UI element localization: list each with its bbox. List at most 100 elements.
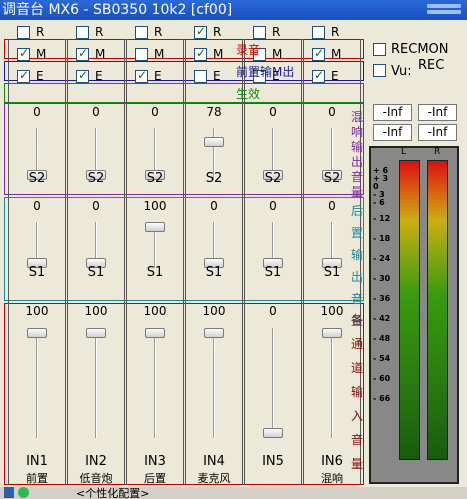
ch5-s1-value: 0	[269, 199, 277, 213]
ch3-monitor-letter: M	[154, 47, 165, 61]
vu-label: Vu:	[391, 64, 412, 79]
ch3-alias: 后置	[144, 472, 166, 485]
meter-scale-tick: - 54	[373, 354, 391, 363]
ch1-record-letter: R	[36, 25, 45, 39]
ch4-main-fader-knob[interactable]	[204, 328, 224, 338]
ch1-alias: 前置	[26, 472, 48, 485]
ch6-record-letter: R	[331, 25, 340, 39]
ch2-name: IN2	[85, 454, 107, 469]
ch1-monitor-checkbox[interactable]	[17, 46, 30, 61]
peak-right-2-button[interactable]: -Inf	[418, 124, 457, 141]
monitor-row-label: 前置输M出	[236, 65, 295, 79]
meter-scale-tick: - 48	[373, 334, 391, 343]
recmon-checkbox[interactable]	[373, 43, 386, 56]
ch4-name: IN4	[203, 454, 225, 469]
ch4-record-letter: R	[213, 25, 222, 39]
vu-checkbox[interactable]	[373, 64, 386, 77]
ch4-alias: 麦克风	[197, 472, 231, 485]
ch3-monitor-checkbox[interactable]	[135, 48, 148, 61]
meter-scale-tick: - 60	[373, 374, 391, 383]
ch4-record-checkbox[interactable]	[194, 24, 207, 39]
status-indicator-icon	[18, 487, 29, 498]
ch3-s1-label: S1	[146, 265, 164, 280]
ch2-main-fader-knob[interactable]	[86, 328, 106, 338]
ch3-main-fader-track	[154, 328, 156, 438]
ch1-record-checkbox[interactable]	[17, 26, 30, 39]
ch4-s2-fader-knob[interactable]	[204, 137, 224, 148]
level-meter: L R + 6 + 30- 3- 6- 12- 18- 24- 30- 36- 4…	[369, 146, 459, 484]
ch2-s1-label: S1	[87, 265, 105, 280]
meter-scale-tick: - 18	[373, 234, 391, 243]
ch4-s2-value: 78	[206, 105, 222, 119]
ch3-record-letter: R	[154, 25, 163, 39]
ch1-main-value: 100	[25, 304, 49, 318]
ch2-monitor-letter: M	[95, 47, 106, 61]
ch2-main-value: 100	[84, 304, 108, 318]
ch2-record-checkbox[interactable]	[76, 26, 89, 39]
ch1-s1-label: S1	[28, 265, 46, 280]
ch1-monitor-letter: M	[36, 47, 47, 61]
title-bar: 调音台 MX6 - SB0350 10k2 [cf00]	[0, 0, 467, 20]
peak-left-1-button[interactable]: -Inf	[373, 104, 412, 121]
ch5-s1-label: S1	[264, 265, 282, 280]
ch6-effect-checkbox[interactable]	[312, 68, 325, 83]
ch5-main-fader-knob[interactable]	[263, 428, 283, 438]
meter-scale-tick: - 66	[373, 394, 391, 403]
ch4-s2-label: S2	[205, 171, 223, 186]
ch4-monitor-checkbox[interactable]	[194, 46, 207, 61]
meter-left-label: L	[401, 147, 407, 157]
ch3-s1-fader-knob[interactable]	[145, 222, 165, 232]
ch6-monitor-checkbox[interactable]	[312, 46, 325, 61]
ch1-effect-letter: E	[36, 69, 44, 83]
ch3-s1-value: 100	[143, 199, 167, 213]
meter-scale-tick: - 36	[373, 294, 391, 303]
vu-value: REC	[418, 58, 445, 73]
ch5-s2-label: S2	[264, 171, 282, 186]
ch2-effect-checkbox[interactable]	[76, 68, 89, 83]
ch6-main-fader-knob[interactable]	[322, 328, 342, 338]
meter-scale-tick: - 24	[373, 254, 391, 263]
ch1-effect-checkbox[interactable]	[17, 68, 30, 83]
ch1-s2-value: 0	[33, 105, 41, 119]
ch4-monitor-letter: M	[213, 47, 224, 61]
ch4-s1-label: S1	[205, 265, 223, 280]
ch3-main-fader-knob[interactable]	[145, 328, 165, 338]
meter-scale-tick: - 12	[373, 214, 391, 223]
ch4-s1-value: 0	[210, 199, 218, 213]
ch2-monitor-checkbox[interactable]	[76, 46, 89, 61]
ch5-record-checkbox[interactable]	[253, 26, 266, 39]
status-bar: <个性化配置>	[0, 487, 467, 499]
ch5-main-value: 0	[269, 304, 277, 318]
ch4-effect-letter: E	[213, 69, 221, 83]
ch2-alias: 低音炮	[79, 472, 113, 485]
ch2-effect-letter: E	[95, 69, 103, 83]
ch3-effect-letter: E	[154, 69, 162, 83]
meter-left-bar	[399, 160, 420, 460]
main-side-label: 各通道输入音量	[350, 313, 363, 471]
ch6-monitor-letter: M	[331, 47, 342, 61]
ch1-main-fader-knob[interactable]	[27, 328, 47, 338]
ch4-main-value: 100	[202, 304, 226, 318]
mixer-panel: RME0S20S1100IN1前置RME0S20S1100IN2低音炮RME0S…	[0, 20, 467, 486]
ch3-record-checkbox[interactable]	[135, 26, 148, 39]
ch6-record-checkbox[interactable]	[312, 26, 325, 39]
ch2-s2-value: 0	[92, 105, 100, 119]
peak-right-1-button[interactable]: -Inf	[418, 104, 457, 121]
meter-right-label: R	[434, 147, 441, 157]
record-row-label: 录音	[236, 43, 261, 57]
ch6-main-fader-track	[331, 328, 333, 438]
app-icon	[4, 487, 14, 498]
ch1-s2-label: S2	[28, 171, 46, 186]
ch5-record-letter: R	[272, 25, 281, 39]
window-title: 调音台 MX6 - SB0350 10k2 [cf00]	[2, 2, 233, 18]
meter-scale-tick: - 30	[373, 274, 391, 283]
ch1-s1-value: 0	[33, 199, 41, 213]
ch5-s2-value: 0	[269, 105, 277, 119]
ch2-s2-label: S2	[87, 171, 105, 186]
ch4-effect-checkbox[interactable]	[194, 70, 207, 83]
peak-left-2-button[interactable]: -Inf	[373, 124, 412, 141]
ch2-s1-value: 0	[92, 199, 100, 213]
window-menu-icon[interactable]	[427, 2, 461, 16]
ch3-effect-checkbox[interactable]	[135, 68, 148, 83]
ch1-main-fader-track	[36, 328, 38, 438]
